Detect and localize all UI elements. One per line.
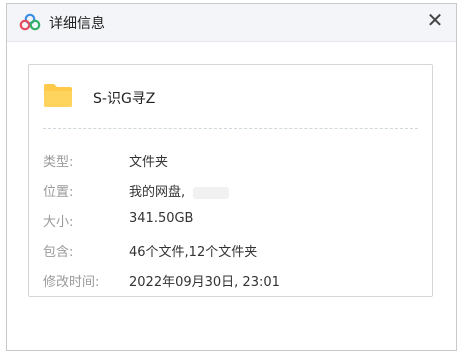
- detail-label: 修改时间:: [43, 275, 100, 290]
- detail-value: 文件夹: [129, 155, 169, 170]
- detail-label: 位置:: [43, 185, 74, 200]
- details-dialog: 详细信息 ✕ S-识G寻Z 类型: 文件夹 位置: 我的网盘, 大小: 341.…: [6, 3, 457, 351]
- details-panel: S-识G寻Z 类型: 文件夹 位置: 我的网盘, 大小: 341.50GB 包含…: [28, 64, 433, 297]
- redacted-path: [193, 186, 230, 199]
- detail-value: 我的网盘,: [129, 185, 186, 200]
- detail-label: 包含:: [43, 245, 74, 260]
- detail-label: 类型:: [43, 155, 74, 170]
- cloud-logo-icon: [19, 13, 41, 31]
- detail-label: 大小:: [43, 215, 74, 230]
- detail-value: 341.50GB: [129, 211, 194, 226]
- file-name: S-识G寻Z: [93, 91, 156, 107]
- close-button[interactable]: ✕: [424, 9, 446, 31]
- close-icon: ✕: [426, 8, 444, 32]
- divider: [43, 128, 418, 129]
- window-title: 详细信息: [49, 16, 105, 32]
- detail-value: 2022年09月30日, 23:01: [129, 275, 280, 290]
- folder-icon: [44, 84, 72, 107]
- detail-value-wrap: 我的网盘,: [129, 181, 230, 200]
- detail-value: 46个文件,12个文件夹: [129, 245, 258, 260]
- title-bar: 详细信息 ✕: [7, 4, 456, 42]
